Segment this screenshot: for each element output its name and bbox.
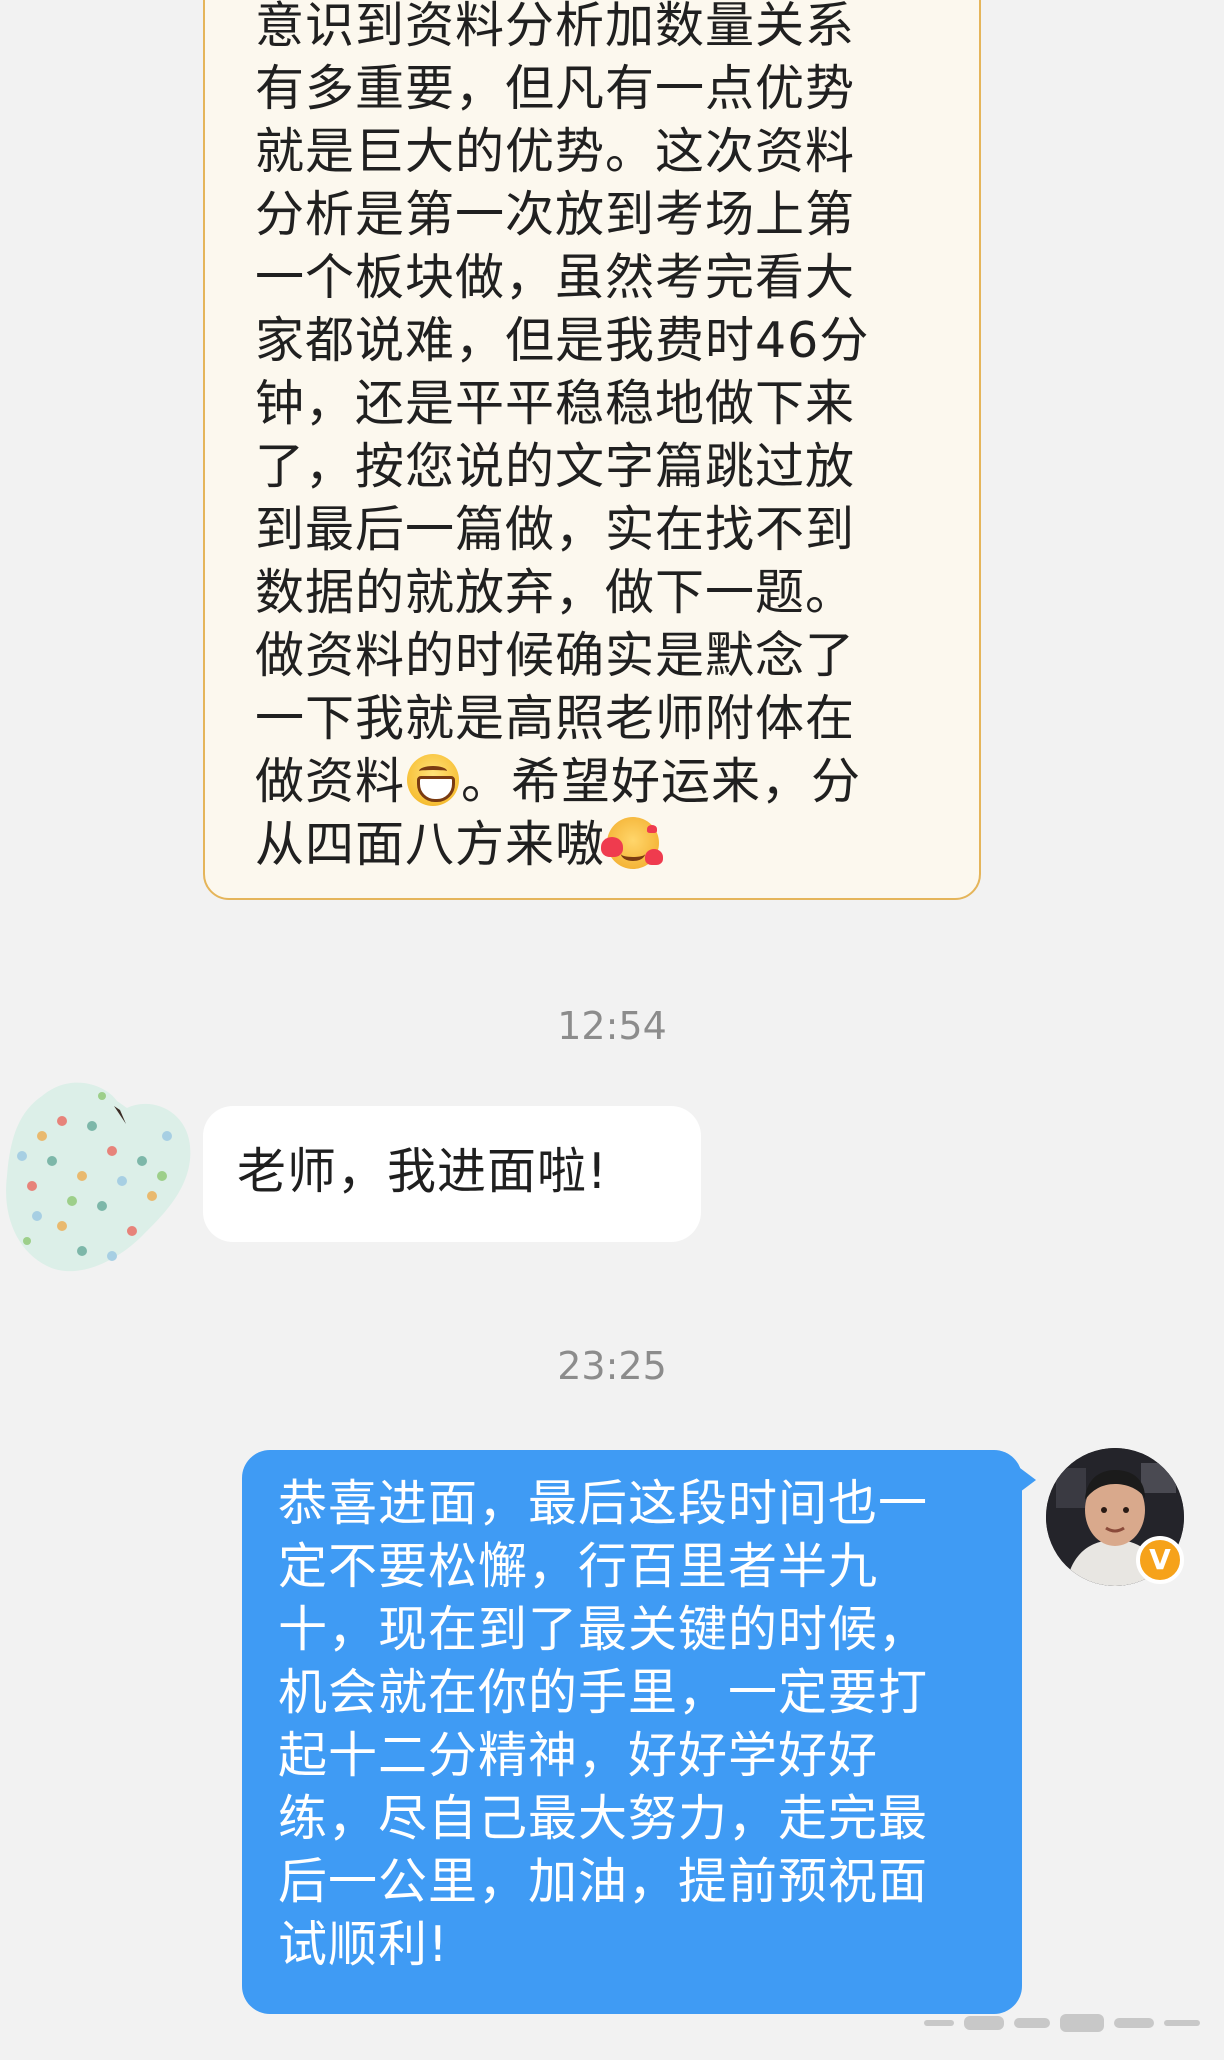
- message-text: 从四面八方来嗷: [255, 816, 606, 873]
- message-text: 老师，我进面啦!: [237, 1143, 608, 1200]
- message-text: 做资料: [255, 753, 406, 810]
- message-line: 后一公里，加油，提前预祝面: [278, 1853, 929, 1910]
- watermark-logo: [914, 2000, 1214, 2050]
- message-line: 起十二分精神，好好学好好: [278, 1727, 879, 1784]
- message-line: 家都说难，但是我费时46分: [255, 312, 870, 369]
- message-line: 分析是第一次放到考场上第: [255, 186, 856, 243]
- message-line: 定不要松懈，行百里者半九: [278, 1538, 879, 1595]
- grin-icon: [407, 754, 460, 806]
- message-line: 有多重要，但凡有一点优势: [255, 60, 856, 117]
- love-icon: [601, 817, 660, 869]
- chat-thread[interactable]: 意识到资料分析加数量关系 有多重要，但凡有一点优势 就是巨大的优势。这次资料 分…: [0, 0, 1224, 2060]
- message-line: 机会就在你的手里，一定要打: [278, 1664, 929, 1721]
- avatar-image: [6, 1082, 191, 1272]
- message-line: 意识到资料分析加数量关系: [255, 0, 856, 54]
- avatar[interactable]: [2, 1066, 192, 1276]
- message-line: 数据的就放弃，做下一题。: [255, 564, 856, 621]
- message-line: 十，现在到了最关键的时候，: [278, 1601, 929, 1658]
- incoming-message-bubble[interactable]: 意识到资料分析加数量关系 有多重要，但凡有一点优势 就是巨大的优势。这次资料 分…: [203, 0, 981, 900]
- message-line: 到最后一篇做，实在找不到: [255, 501, 856, 558]
- message-line-with-emoji: 做资料 。希望好运来，分: [255, 750, 939, 813]
- message-line: 钟，还是平平稳稳地做下来: [255, 375, 856, 432]
- message-line-with-emoji: 从四面八方来嗷: [255, 813, 939, 876]
- outgoing-message-bubble[interactable]: 恭喜进面，最后这段时间也一 定不要松懈，行百里者半九 十，现在到了最关键的时候，…: [242, 1450, 1036, 2014]
- message-line: 恭喜进面，最后这段时间也一: [278, 1475, 929, 1532]
- verified-badge-icon: V: [1136, 1536, 1184, 1584]
- message-line: 一下我就是高照老师附体在: [255, 690, 856, 747]
- message-line: 了，按您说的文字篇跳过放: [255, 438, 856, 495]
- incoming-message-bubble[interactable]: 老师，我进面啦!: [203, 1106, 701, 1242]
- message-line: 做资料的时候确实是默念了: [255, 627, 856, 684]
- message-line: 练，尽自己最大努力，走完最: [278, 1790, 929, 1847]
- message-line: 一个板块做，虽然考完看大: [255, 249, 856, 306]
- message-text: 。希望好运来，分: [461, 753, 862, 810]
- message-line: 试顺利!: [278, 1916, 449, 1973]
- message-line: 就是巨大的优势。这次资料: [255, 123, 856, 180]
- message-timestamp: 12:54: [557, 1004, 667, 1048]
- message-timestamp: 23:25: [557, 1344, 667, 1388]
